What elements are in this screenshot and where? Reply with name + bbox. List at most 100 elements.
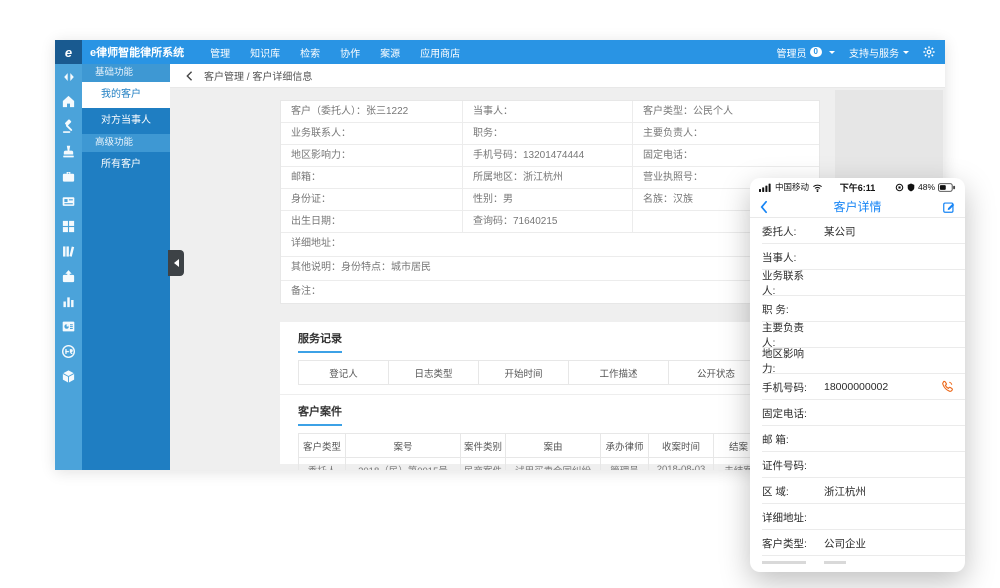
battery-percent: 48% [918, 182, 935, 192]
mobile-preview-card: 中国移动 下午6:11 48% 客户详情 委托人: 某公司 当事人: 业务联系人… [750, 178, 965, 572]
field-address: 详细地址： [281, 233, 819, 256]
menu-item-knowledge[interactable]: 知识库 [240, 40, 290, 64]
sidebar-collapse-handle[interactable] [168, 250, 184, 276]
field-query-code: 查询码：71640215 [463, 211, 633, 232]
phone-field-row: 业务联系人: [750, 270, 965, 296]
menu-item-case-source[interactable]: 案源 [370, 40, 410, 64]
col-start-time: 开始时间 [479, 361, 569, 385]
sidebar-group-advanced: 高级功能 [82, 134, 170, 152]
field-landline: 固定电话： [633, 145, 819, 166]
client-cases-table: 客户类型 案号 案件类别 案由 承办律师 收案时间 结案 委托人 2018（民）… [298, 433, 764, 470]
phone-field-row: 区 域: 浙江杭州 [750, 478, 965, 504]
call-phone-icon[interactable] [940, 380, 954, 399]
field-region-influence: 地区影响力： [281, 145, 463, 166]
battery-icon [938, 183, 956, 192]
cell-accept-date: 2018-08-03 [649, 458, 714, 471]
col-registrant: 登记人 [299, 361, 389, 385]
col-case-category: 案件类别 [461, 434, 506, 458]
col-client-type: 客户类型 [299, 434, 346, 458]
support-dropdown[interactable]: 支持与服务 [849, 45, 909, 60]
phone-field-row: 当事人: [750, 244, 965, 270]
sections-panel: 服务记录 登记人 日志类型 开始时间 工作描述 公开状态 客户案件 客户类型 [280, 322, 820, 464]
settings-gear-icon[interactable] [923, 46, 935, 58]
cube-icon[interactable] [55, 364, 82, 389]
field-label: 当事人: [762, 250, 812, 265]
back-chevron-icon[interactable] [184, 70, 194, 82]
field-mobile: 手机号码：13201474444 [463, 145, 633, 166]
field-value: 浙江杭州 [824, 484, 866, 499]
archive-up-icon[interactable] [55, 264, 82, 289]
sidebar-panel: 基础功能 我的客户 对方当事人 高级功能 所有客户 [82, 64, 170, 470]
phone-nav-bar: 客户详情 [750, 196, 965, 218]
phone-field-row: 详细地址: [750, 504, 965, 530]
phone-field-row: 委托人: 某公司 [750, 218, 965, 244]
phone-page-title: 客户详情 [833, 198, 881, 215]
form-row: 地区影响力： 手机号码：13201474444 固定电话： [281, 145, 819, 167]
phone-field-row: 证件号码: [750, 452, 965, 478]
field-area: 所属地区：浙江杭州 [463, 167, 633, 188]
support-label: 支持与服务 [849, 45, 899, 60]
field-label: 业务联系人: [762, 268, 812, 298]
field-label: 客户类型: [762, 536, 812, 551]
notification-badge: 0 [810, 47, 822, 57]
sidebar-item-all-clients[interactable]: 所有客户 [82, 152, 170, 178]
grid-icon[interactable] [55, 214, 82, 239]
home-icon[interactable] [55, 89, 82, 114]
rotation-lock-icon [895, 183, 904, 192]
field-label: 职 务: [762, 302, 812, 317]
gavel-icon[interactable] [55, 114, 82, 139]
sidebar-item-opposing-party[interactable]: 对方当事人 [82, 108, 170, 134]
id-card-icon[interactable] [55, 189, 82, 214]
briefcase-icon[interactable] [55, 164, 82, 189]
phone-field-row: 主要负责人: [750, 322, 965, 348]
table-header-row: 登记人 日志类型 开始时间 工作描述 公开状态 [299, 361, 764, 385]
admin-dropdown[interactable]: 管理员 0 [777, 45, 835, 60]
form-row: 业务联系人： 职务： 主要负责人： [281, 123, 819, 145]
form-row: 备注： [281, 281, 819, 305]
section-underline [298, 351, 342, 353]
menu-item-collaborate[interactable]: 协作 [330, 40, 370, 64]
stamp-icon[interactable] [55, 139, 82, 164]
sidebar-item-my-clients[interactable]: 我的客户 [82, 82, 170, 108]
table-row[interactable]: 委托人 2018（民）第0015号 民商案件 试用买卖合同纠纷 管理员 2018… [299, 458, 764, 471]
collapse-arrows-icon[interactable] [55, 64, 82, 89]
field-label: 地区影响力: [762, 346, 812, 376]
bar-chart-icon[interactable] [55, 289, 82, 314]
report-icon[interactable] [55, 314, 82, 339]
top-bar: e e律师智能律所系统 管理 知识库 检索 协作 案源 应用商店 管理员 0 支… [55, 40, 945, 64]
menu-item-manage[interactable]: 管理 [200, 40, 240, 64]
phone-field-row: 客户类型: 公司企业 [750, 530, 965, 556]
breadcrumb[interactable]: 客户管理 / 客户详细信息 [204, 68, 312, 83]
wifi-icon [812, 183, 823, 192]
app-title: e律师智能律所系统 [90, 44, 184, 60]
cell-case-category: 民商案件 [461, 458, 506, 471]
cell-case-number: 2018（民）第0015号 [346, 458, 461, 471]
phone-status-bar: 中国移动 下午6:11 48% [750, 178, 965, 196]
library-icon[interactable] [55, 239, 82, 264]
phone-field-row-mobile: 手机号码: 18000000002 [750, 374, 965, 400]
status-time: 下午6:11 [840, 181, 876, 194]
edit-pencil-icon[interactable] [942, 200, 956, 219]
table-header-row: 客户类型 案号 案件类别 案由 承办律师 收案时间 结案 [299, 434, 764, 458]
chevron-down-icon [829, 51, 835, 57]
client-cases-section: 客户案件 客户类型 案号 案件类别 案由 承办律师 收案时间 结案 委托人 20… [280, 394, 820, 470]
col-case-number: 案号 [346, 434, 461, 458]
breadcrumb-bar: 客户管理 / 客户详细信息 [170, 64, 945, 88]
field-principal: 主要负责人： [633, 123, 819, 144]
field-other-notes: 其他说明：身份特点：城市居民 [281, 257, 819, 280]
field-remarks: 备注： [281, 281, 819, 305]
col-work-desc: 工作描述 [569, 361, 669, 385]
service-records-title: 服务记录 [298, 330, 342, 346]
field-label: 邮 箱: [762, 432, 812, 447]
hr-badge-icon[interactable] [55, 339, 82, 364]
carrier-label: 中国移动 [775, 181, 809, 193]
admin-label: 管理员 [777, 45, 807, 60]
col-accept-date: 收案时间 [649, 434, 714, 458]
field-client-type: 客户类型：公民个人 [633, 101, 819, 122]
form-row: 客户（委托人）：张三1222 当事人： 客户类型：公民个人 [281, 101, 819, 123]
menu-item-app-store[interactable]: 应用商店 [410, 40, 470, 64]
menu-item-search[interactable]: 检索 [290, 40, 330, 64]
field-label: 详细地址: [762, 510, 812, 525]
field-birth-date: 出生日期： [281, 211, 463, 232]
phone-back-chevron-icon[interactable] [759, 200, 768, 219]
